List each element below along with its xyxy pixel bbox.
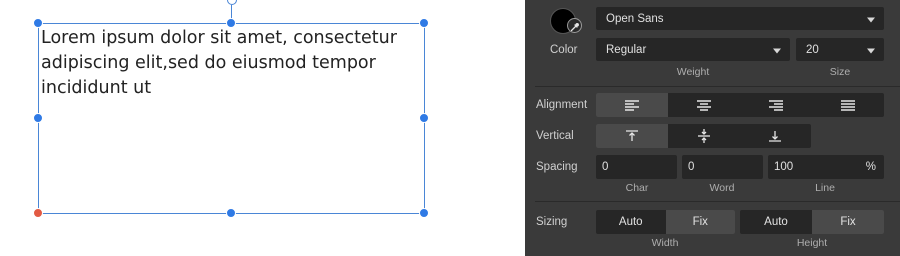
sizing-label: Sizing [536,216,568,228]
eyedropper-icon [570,23,579,32]
font-family-select[interactable]: Open Sans [596,7,884,30]
section-divider [535,86,900,87]
alignment-label: Alignment [536,99,588,111]
valign-bottom-icon [769,131,782,142]
resize-handle-middle-right[interactable] [419,113,429,123]
line-spacing-value: 100 [774,161,794,173]
line-spacing-unit: % [865,161,876,173]
char-caption: Char [625,182,649,194]
word-spacing-value: 0 [688,161,695,173]
font-family-value: Open Sans [606,12,664,25]
height-caption: Height [796,237,828,249]
valign-middle-button[interactable] [668,124,740,148]
font-size-select[interactable]: 20 [796,38,884,61]
resize-handle-bottom-left[interactable] [33,208,43,218]
width-sizing-control[interactable]: Auto Fix [596,210,735,234]
weight-caption: Weight [676,66,710,78]
valign-bottom-button[interactable] [739,124,811,148]
valign-top-button[interactable] [596,124,668,148]
chevron-down-icon [773,48,781,53]
font-weight-value: Regular [606,43,647,56]
resize-handle-bottom-middle[interactable] [226,208,236,218]
font-weight-select[interactable]: Regular [596,38,790,61]
align-left-button[interactable] [596,93,668,117]
resize-handle-bottom-right[interactable] [419,208,429,218]
spacing-label: Spacing [536,161,578,173]
eyedropper-button[interactable] [567,18,582,33]
line-spacing-input[interactable]: 100 % [768,155,884,179]
font-size-value: 20 [806,43,819,56]
resize-handle-top-middle[interactable] [226,18,236,28]
size-caption: Size [829,66,851,78]
align-right-icon [769,99,783,111]
align-center-button[interactable] [668,93,740,117]
text-box-content[interactable]: Lorem ipsum dolor sit amet, consectetur … [41,26,411,101]
rotation-handle[interactable] [227,0,237,5]
vertical-label: Vertical [536,130,574,142]
height-auto-button[interactable]: Auto [740,210,812,234]
resize-handle-middle-left[interactable] [33,113,43,123]
vertical-align-segmented-control[interactable] [596,124,811,148]
color-label: Color [550,44,578,56]
chevron-down-icon [867,17,875,22]
section-divider [535,201,900,202]
height-fix-button[interactable]: Fix [812,210,884,234]
char-spacing-input[interactable]: 0 [596,155,677,179]
align-center-icon [697,99,711,111]
align-justify-icon [841,99,855,111]
resize-handle-top-right[interactable] [419,18,429,28]
line-caption: Line [815,182,835,194]
valign-top-icon [625,130,638,141]
height-sizing-control[interactable]: Auto Fix [740,210,884,234]
valign-middle-icon [697,129,710,143]
align-right-button[interactable] [740,93,812,117]
selected-text-box[interactable]: Lorem ipsum dolor sit amet, consectetur … [38,23,425,214]
width-fix-button[interactable]: Fix [665,210,735,234]
width-caption: Width [651,237,679,249]
chevron-down-icon [867,48,875,53]
align-justify-button[interactable] [812,93,884,117]
word-caption: Word [709,182,735,194]
word-spacing-input[interactable]: 0 [682,155,763,179]
canvas-area[interactable]: Lorem ipsum dolor sit amet, consectetur … [0,0,525,256]
alignment-segmented-control[interactable] [596,93,884,117]
width-auto-button[interactable]: Auto [596,210,666,234]
resize-handle-top-left[interactable] [33,18,43,28]
align-left-icon [625,99,639,111]
text-properties-panel: Color Open Sans Regular 20 Weight Size A… [525,0,900,256]
char-spacing-value: 0 [602,161,609,173]
